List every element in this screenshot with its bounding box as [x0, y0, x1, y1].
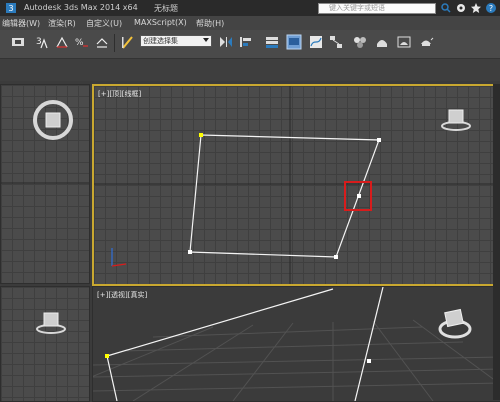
viewport-bottom-left[interactable]: [0, 286, 90, 402]
communication-icon[interactable]: [455, 2, 467, 14]
curve-editor-icon[interactable]: [308, 34, 324, 50]
search-icon[interactable]: [440, 2, 452, 14]
svg-text:3: 3: [8, 4, 13, 13]
viewcube-icon[interactable]: [36, 312, 66, 334]
title-bar: 3 Autodesk 3ds Max 2014 x64 无标题 键入关键字或短语…: [0, 0, 500, 16]
angle-snap-icon[interactable]: [54, 34, 70, 50]
perspective-grid: [93, 319, 500, 401]
viewcube-icon[interactable]: [33, 100, 73, 140]
command-strip: [0, 59, 500, 81]
snaps-toggle-icon[interactable]: 3: [34, 34, 50, 50]
viewport-perspective-canvas: [93, 287, 500, 401]
percent-snap-icon[interactable]: %: [74, 34, 90, 50]
vertex[interactable]: [334, 255, 338, 259]
spline-segment[interactable]: [106, 355, 118, 401]
svg-text:3: 3: [36, 37, 42, 47]
rendered-frame-window-icon[interactable]: [396, 34, 412, 50]
menu-item-customize[interactable]: 自定义(U): [86, 18, 122, 29]
main-toolbar: 3 % 创建选择集: [0, 30, 500, 59]
menu-item-maxscript[interactable]: MAXScript(X): [134, 18, 187, 27]
menu-item-help[interactable]: 帮助(H): [196, 18, 224, 29]
viewport-bottom-left-canvas: [36, 312, 66, 334]
schematic-view-icon[interactable]: [328, 34, 344, 50]
mirror-icon[interactable]: [218, 34, 234, 50]
viewcube-icon[interactable]: [438, 308, 472, 339]
vertex[interactable]: [377, 138, 381, 142]
named-selection-set-dropdown[interactable]: 创建选择集: [140, 35, 212, 47]
first-vertex[interactable]: [105, 354, 109, 358]
menu-bar: 编辑器(W) 渲染(R) 自定义(U) MAXScript(X) 帮助(H): [0, 16, 500, 30]
render-setup-icon[interactable]: [374, 34, 390, 50]
menu-item-rendering[interactable]: 渲染(R): [48, 18, 76, 29]
graphite-ribbon-icon[interactable]: [286, 34, 302, 50]
document-title: 无标题: [154, 4, 178, 13]
viewport-perspective[interactable]: [+][透视][真实]: [92, 286, 500, 402]
app-logo-icon[interactable]: 3: [5, 2, 17, 14]
edit-named-selection-icon[interactable]: [120, 34, 136, 50]
spline-shape[interactable]: [189, 134, 380, 258]
axis-tripod-icon: [111, 248, 127, 267]
svg-text:?: ?: [489, 4, 493, 13]
viewport-top[interactable]: [+][顶][线框]: [92, 84, 497, 286]
viewport-top-left-canvas: [1, 100, 89, 184]
material-editor-icon[interactable]: [352, 34, 368, 50]
vertex[interactable]: [367, 359, 371, 363]
align-icon[interactable]: [238, 34, 254, 50]
search-input[interactable]: 键入关键字或短语: [318, 3, 436, 14]
menu-item-editors[interactable]: 编辑器(W): [2, 18, 40, 29]
inserted-vertex[interactable]: [357, 194, 361, 198]
chevron-down-icon: [203, 38, 209, 42]
spinner-snap-icon[interactable]: [94, 34, 110, 50]
first-vertex[interactable]: [199, 133, 203, 137]
app-title: Autodesk 3ds Max 2014 x64: [24, 3, 138, 12]
command-panel-edge: [493, 84, 500, 400]
viewcube-icon[interactable]: [441, 109, 471, 131]
help-icon[interactable]: ?: [485, 2, 497, 14]
viewport-top-left[interactable]: [0, 84, 90, 284]
toolbar-divider: [114, 34, 115, 52]
named-selection-set-value: 创建选择集: [143, 37, 178, 45]
vertex[interactable]: [188, 250, 192, 254]
favorites-icon[interactable]: [470, 2, 482, 14]
layer-manager-icon[interactable]: [264, 34, 280, 50]
viewport-top-canvas: [94, 86, 495, 284]
svg-text:%: %: [75, 38, 84, 48]
select-and-link-icon[interactable]: [10, 34, 26, 50]
render-production-icon[interactable]: [418, 34, 434, 50]
